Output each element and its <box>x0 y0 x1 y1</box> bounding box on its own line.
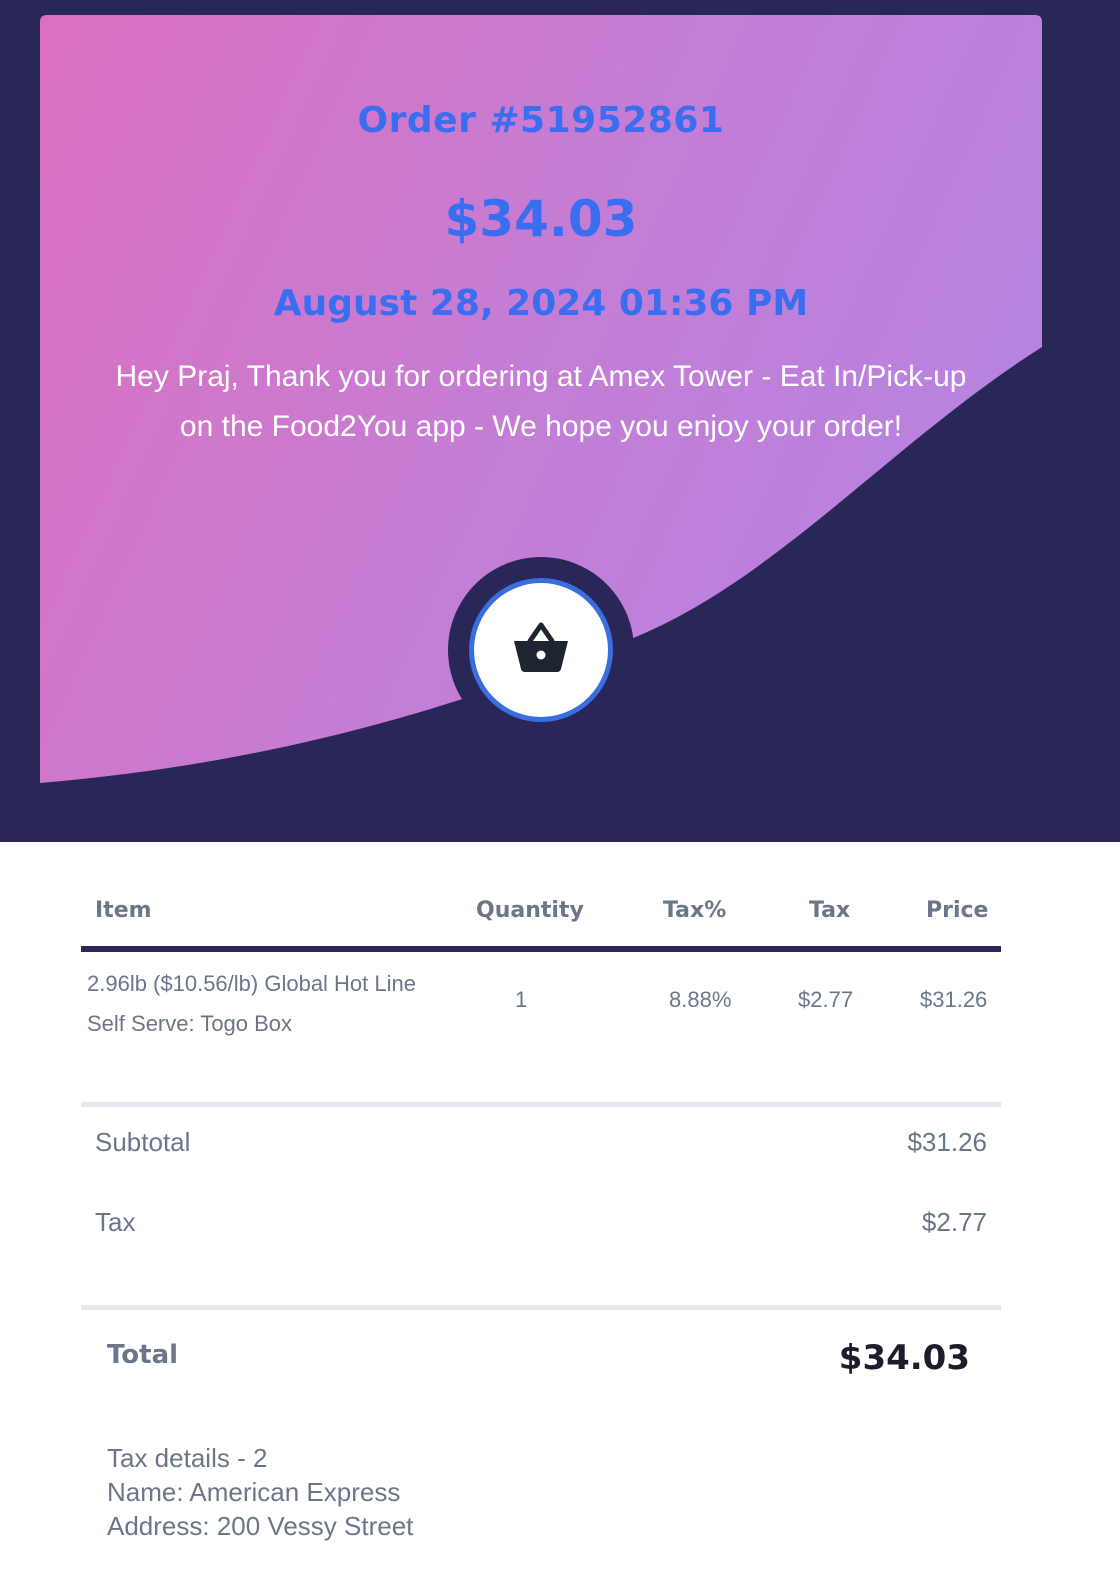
column-header-item: Item <box>95 898 152 923</box>
order-date: August 28, 2024 01:36 PM <box>273 283 809 324</box>
basket-icon <box>514 622 568 672</box>
total-label: Total <box>107 1340 179 1370</box>
item-tax: $2.77 <box>798 987 854 1012</box>
tax-details-name: Name: American Express <box>107 1477 401 1507</box>
header-banner: Order #51952861 $34.03 August 28, 2024 0… <box>0 0 1120 842</box>
order-items-table: Item Quantity Tax% Tax Price 2.96lb ($10… <box>81 862 1001 1310</box>
item-tax-percent: 8.88% <box>669 987 732 1012</box>
tax-label: Tax <box>95 1207 136 1237</box>
column-header-price: Price <box>926 898 989 923</box>
column-header-quantity: Quantity <box>476 898 584 923</box>
order-amount: $34.03 <box>444 190 638 248</box>
column-header-tax-percent: Tax% <box>663 898 727 923</box>
order-summary: Subtotal $31.26 Tax $2.77 <box>81 1107 1001 1310</box>
subtotal-label: Subtotal <box>95 1127 191 1157</box>
item-price: $31.26 <box>920 987 988 1012</box>
total-value: $34.03 <box>838 1338 970 1378</box>
item-description: 2.96lb ($10.56/lb) Global Hot Line Self … <box>87 971 416 1036</box>
tax-details: Tax details - 2 Name: American Express A… <box>107 1441 413 1543</box>
tax-value: $2.77 <box>921 1207 987 1237</box>
order-number: Order #51952861 <box>357 100 725 141</box>
table-header: Item Quantity Tax% Tax Price <box>81 862 1001 952</box>
subtotal-value: $31.26 <box>907 1127 987 1157</box>
greeting-message: Hey Praj, Thank you for ordering at Amex… <box>115 360 967 443</box>
tax-details-count: Tax details - 2 <box>107 1443 268 1473</box>
item-quantity: 1 <box>515 987 528 1012</box>
column-header-tax: Tax <box>809 898 851 923</box>
tax-details-address: Address: 200 Vessy Street <box>107 1511 414 1541</box>
table-row: 2.96lb ($10.56/lb) Global Hot Line Self … <box>81 952 1001 1107</box>
